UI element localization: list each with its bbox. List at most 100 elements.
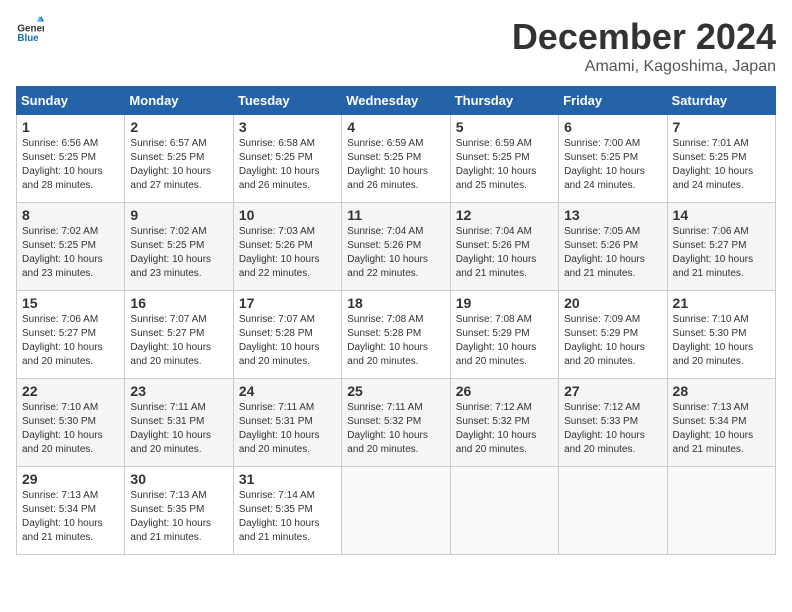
cell-content: Sunrise: 7:11 AM Sunset: 5:31 PM Dayligh… (239, 401, 336, 457)
table-row: 3 Sunrise: 6:58 AM Sunset: 5:25 PM Dayli… (233, 115, 341, 203)
sunrise-text: Sunrise: 7:10 AM (673, 314, 749, 325)
sunset-text: Sunset: 5:31 PM (130, 416, 204, 427)
table-row: 7 Sunrise: 7:01 AM Sunset: 5:25 PM Dayli… (667, 115, 775, 203)
table-row: 8 Sunrise: 7:02 AM Sunset: 5:25 PM Dayli… (17, 203, 125, 291)
table-row: 15 Sunrise: 7:06 AM Sunset: 5:27 PM Dayl… (17, 291, 125, 379)
daylight-text: Daylight: 10 hours and 21 minutes. (456, 254, 537, 279)
daylight-text: Daylight: 10 hours and 21 minutes. (239, 518, 320, 543)
day-number: 29 (22, 471, 119, 487)
day-number: 22 (22, 383, 119, 399)
daylight-text: Daylight: 10 hours and 21 minutes. (22, 518, 103, 543)
sunrise-text: Sunrise: 7:13 AM (22, 490, 98, 501)
day-number: 7 (673, 119, 770, 135)
sunset-text: Sunset: 5:28 PM (239, 328, 313, 339)
sunset-text: Sunset: 5:25 PM (22, 240, 96, 251)
day-number: 30 (130, 471, 227, 487)
day-number: 26 (456, 383, 553, 399)
table-row (450, 467, 558, 555)
day-number: 5 (456, 119, 553, 135)
header-row: Sunday Monday Tuesday Wednesday Thursday… (17, 87, 776, 115)
table-row: 19 Sunrise: 7:08 AM Sunset: 5:29 PM Dayl… (450, 291, 558, 379)
cell-content: Sunrise: 7:06 AM Sunset: 5:27 PM Dayligh… (673, 225, 770, 281)
col-friday: Friday (559, 87, 667, 115)
sunset-text: Sunset: 5:29 PM (456, 328, 530, 339)
sunset-text: Sunset: 5:26 PM (456, 240, 530, 251)
sunrise-text: Sunrise: 7:10 AM (22, 402, 98, 413)
sunrise-text: Sunrise: 7:08 AM (456, 314, 532, 325)
day-number: 25 (347, 383, 444, 399)
table-row: 5 Sunrise: 6:59 AM Sunset: 5:25 PM Dayli… (450, 115, 558, 203)
daylight-text: Daylight: 10 hours and 20 minutes. (564, 342, 645, 367)
sunrise-text: Sunrise: 6:59 AM (456, 138, 532, 149)
cell-content: Sunrise: 7:02 AM Sunset: 5:25 PM Dayligh… (22, 225, 119, 281)
sunset-text: Sunset: 5:25 PM (130, 240, 204, 251)
daylight-text: Daylight: 10 hours and 20 minutes. (456, 342, 537, 367)
cell-content: Sunrise: 7:03 AM Sunset: 5:26 PM Dayligh… (239, 225, 336, 281)
cell-content: Sunrise: 7:04 AM Sunset: 5:26 PM Dayligh… (456, 225, 553, 281)
daylight-text: Daylight: 10 hours and 23 minutes. (22, 254, 103, 279)
calendar-week-row: 15 Sunrise: 7:06 AM Sunset: 5:27 PM Dayl… (17, 291, 776, 379)
day-number: 24 (239, 383, 336, 399)
table-row: 16 Sunrise: 7:07 AM Sunset: 5:27 PM Dayl… (125, 291, 233, 379)
table-row: 22 Sunrise: 7:10 AM Sunset: 5:30 PM Dayl… (17, 379, 125, 467)
cell-content: Sunrise: 7:13 AM Sunset: 5:35 PM Dayligh… (130, 489, 227, 545)
sunset-text: Sunset: 5:25 PM (239, 152, 313, 163)
day-number: 20 (564, 295, 661, 311)
daylight-text: Daylight: 10 hours and 27 minutes. (130, 166, 211, 191)
sunrise-text: Sunrise: 7:06 AM (22, 314, 98, 325)
sunset-text: Sunset: 5:27 PM (130, 328, 204, 339)
col-wednesday: Wednesday (342, 87, 450, 115)
daylight-text: Daylight: 10 hours and 22 minutes. (347, 254, 428, 279)
daylight-text: Daylight: 10 hours and 20 minutes. (456, 430, 537, 455)
sunset-text: Sunset: 5:33 PM (564, 416, 638, 427)
calendar-week-row: 22 Sunrise: 7:10 AM Sunset: 5:30 PM Dayl… (17, 379, 776, 467)
daylight-text: Daylight: 10 hours and 20 minutes. (239, 430, 320, 455)
day-number: 2 (130, 119, 227, 135)
table-row: 4 Sunrise: 6:59 AM Sunset: 5:25 PM Dayli… (342, 115, 450, 203)
cell-content: Sunrise: 7:11 AM Sunset: 5:31 PM Dayligh… (130, 401, 227, 457)
day-number: 1 (22, 119, 119, 135)
sunrise-text: Sunrise: 7:14 AM (239, 490, 315, 501)
sunrise-text: Sunrise: 7:05 AM (564, 226, 640, 237)
daylight-text: Daylight: 10 hours and 20 minutes. (22, 342, 103, 367)
daylight-text: Daylight: 10 hours and 21 minutes. (130, 518, 211, 543)
sunrise-text: Sunrise: 7:09 AM (564, 314, 640, 325)
col-thursday: Thursday (450, 87, 558, 115)
day-number: 13 (564, 207, 661, 223)
sunset-text: Sunset: 5:35 PM (239, 504, 313, 515)
cell-content: Sunrise: 7:10 AM Sunset: 5:30 PM Dayligh… (673, 313, 770, 369)
title-area: December 2024 Amami, Kagoshima, Japan (512, 16, 776, 76)
table-row: 2 Sunrise: 6:57 AM Sunset: 5:25 PM Dayli… (125, 115, 233, 203)
sunrise-text: Sunrise: 7:07 AM (239, 314, 315, 325)
daylight-text: Daylight: 10 hours and 21 minutes. (564, 254, 645, 279)
cell-content: Sunrise: 7:11 AM Sunset: 5:32 PM Dayligh… (347, 401, 444, 457)
sunrise-text: Sunrise: 7:06 AM (673, 226, 749, 237)
cell-content: Sunrise: 7:10 AM Sunset: 5:30 PM Dayligh… (22, 401, 119, 457)
day-number: 17 (239, 295, 336, 311)
table-row: 1 Sunrise: 6:56 AM Sunset: 5:25 PM Dayli… (17, 115, 125, 203)
daylight-text: Daylight: 10 hours and 20 minutes. (22, 430, 103, 455)
calendar-week-row: 29 Sunrise: 7:13 AM Sunset: 5:34 PM Dayl… (17, 467, 776, 555)
sunrise-text: Sunrise: 7:02 AM (130, 226, 206, 237)
table-row (342, 467, 450, 555)
table-row: 14 Sunrise: 7:06 AM Sunset: 5:27 PM Dayl… (667, 203, 775, 291)
cell-content: Sunrise: 7:01 AM Sunset: 5:25 PM Dayligh… (673, 137, 770, 193)
daylight-text: Daylight: 10 hours and 20 minutes. (347, 430, 428, 455)
sunrise-text: Sunrise: 7:04 AM (347, 226, 423, 237)
daylight-text: Daylight: 10 hours and 24 minutes. (673, 166, 754, 191)
sunrise-text: Sunrise: 7:03 AM (239, 226, 315, 237)
sunset-text: Sunset: 5:31 PM (239, 416, 313, 427)
daylight-text: Daylight: 10 hours and 25 minutes. (456, 166, 537, 191)
sunset-text: Sunset: 5:34 PM (673, 416, 747, 427)
sunrise-text: Sunrise: 7:13 AM (130, 490, 206, 501)
sunset-text: Sunset: 5:32 PM (347, 416, 421, 427)
table-row: 17 Sunrise: 7:07 AM Sunset: 5:28 PM Dayl… (233, 291, 341, 379)
daylight-text: Daylight: 10 hours and 23 minutes. (130, 254, 211, 279)
sunset-text: Sunset: 5:25 PM (456, 152, 530, 163)
sunset-text: Sunset: 5:25 PM (673, 152, 747, 163)
day-number: 31 (239, 471, 336, 487)
sunrise-text: Sunrise: 7:00 AM (564, 138, 640, 149)
day-number: 27 (564, 383, 661, 399)
day-number: 23 (130, 383, 227, 399)
cell-content: Sunrise: 7:08 AM Sunset: 5:28 PM Dayligh… (347, 313, 444, 369)
